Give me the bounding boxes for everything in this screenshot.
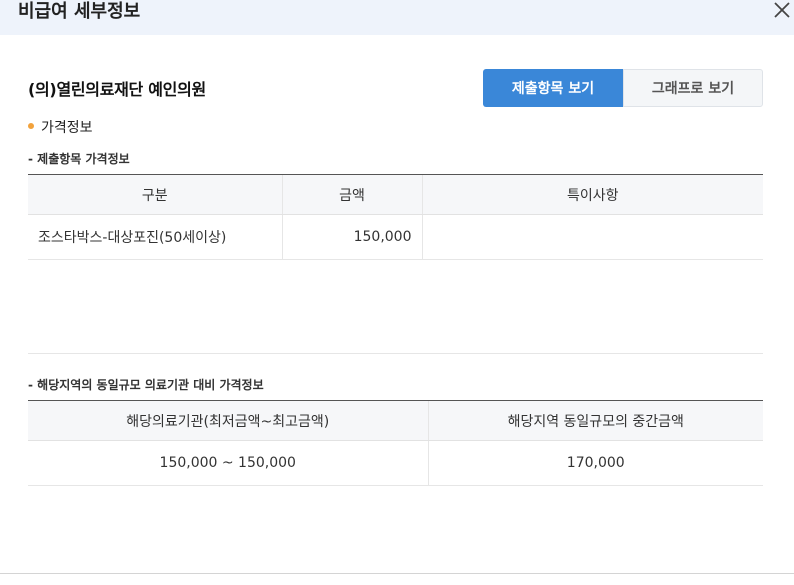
view-toggle: 제출항목 보기 그래프로 보기 (483, 69, 763, 107)
column-header-category: 구분 (28, 174, 282, 215)
submitted-items-button[interactable]: 제출항목 보기 (483, 69, 623, 107)
table-header-row: 해당의료기관(최저금액~최고금액) 해당지역 동일규모의 중간금액 (28, 400, 763, 441)
table-header-row: 구분 금액 특이사항 (28, 174, 763, 215)
row-regional-median: 170,000 (427, 440, 763, 486)
submitted-price-label: - 제출항목 가격정보 (28, 152, 130, 166)
price-info-heading: 가격정보 (28, 117, 93, 137)
column-header-clinic-range: 해당의료기관(최저금액~최고금액) (28, 400, 428, 441)
modal-title: 비급여 세부정보 (18, 1, 141, 22)
column-header-note: 특이사항 (421, 174, 763, 215)
table-row: 조스타박스-대상포진(50세이상) 150,000 (28, 214, 763, 260)
submitted-price-table: 구분 금액 특이사항 조스타박스-대상포진(50세이상) 150,000 (28, 174, 763, 260)
bullet-icon (28, 123, 34, 129)
row-amount: 150,000 (281, 214, 422, 260)
price-info-title: 가격정보 (41, 120, 93, 136)
footer-divider (0, 573, 794, 574)
column-header-regional-median: 해당지역 동일규모의 중간금액 (427, 400, 763, 441)
row-clinic-range: 150,000 ~ 150,000 (28, 440, 428, 486)
modal-header: 비급여 세부정보 (0, 0, 794, 35)
section-divider (28, 353, 763, 354)
regional-price-label: - 해당지역의 동일규모 의료기관 대비 가격정보 (28, 378, 264, 392)
clinic-name: (의)열린의료재단 예인의원 (28, 80, 206, 99)
row-category: 조스타박스-대상포진(50세이상) (28, 214, 282, 260)
column-header-amount: 금액 (281, 174, 422, 215)
table-row: 150,000 ~ 150,000 170,000 (28, 440, 763, 486)
graph-view-button[interactable]: 그래프로 보기 (623, 69, 763, 107)
row-note (421, 214, 763, 260)
close-icon[interactable] (771, 0, 793, 22)
regional-price-table: 해당의료기관(최저금액~최고금액) 해당지역 동일규모의 중간금액 150,00… (28, 400, 763, 486)
